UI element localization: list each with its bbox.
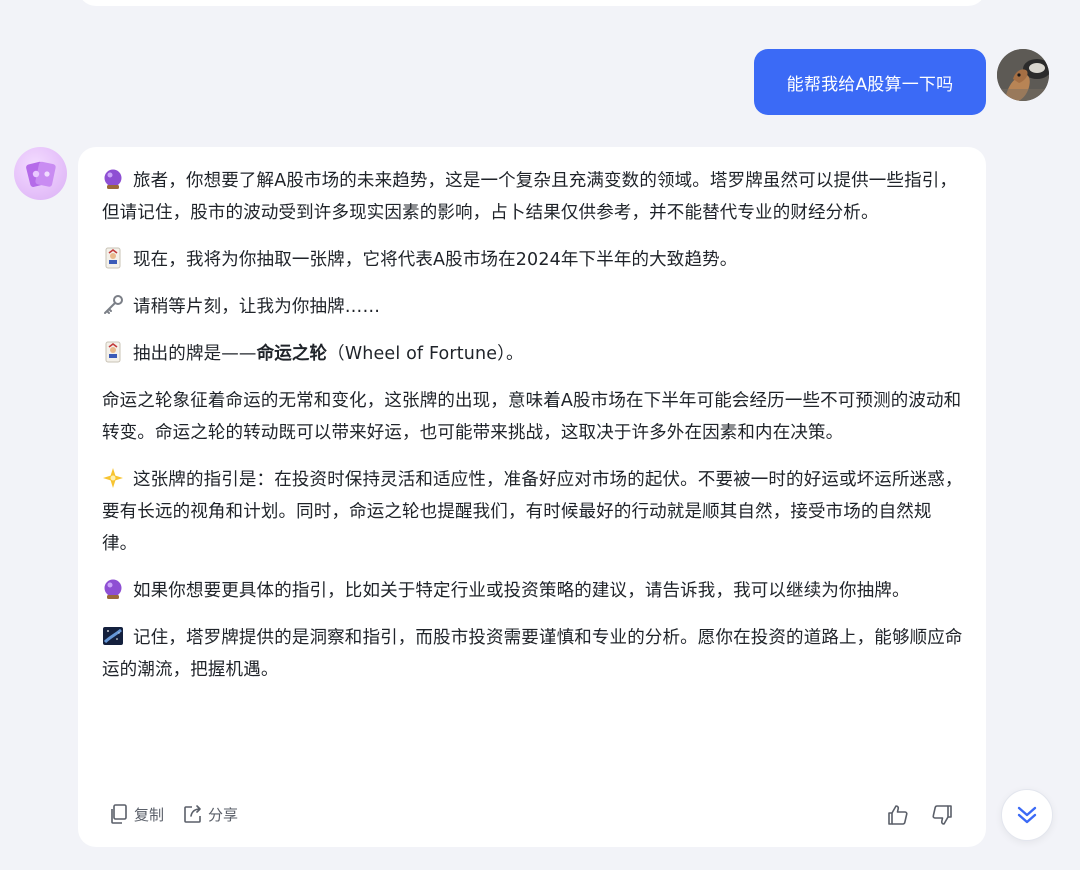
double-chevron-down-icon [1017, 806, 1037, 824]
bot-message-card: 旅者，你想要了解A股市场的未来趋势，这是一个复杂且充满变数的领域。塔罗牌虽然可以… [78, 147, 986, 847]
milky-way-icon [103, 627, 123, 645]
key-icon [104, 295, 123, 314]
paragraph-card-result: 抽出的牌是——命运之轮（Wheel of Fortune）。 [102, 338, 966, 370]
thumbs-up-icon[interactable] [886, 803, 910, 827]
user-avatar-photo-icon [997, 49, 1049, 101]
paragraph-text: 如果你想要更具体的指引，比如关于特定行业或投资策略的建议，请告诉我，我可以继续为… [133, 581, 910, 601]
paragraph-draw-card: 现在，我将为你抽取一张牌，它将代表A股市场在2024年下半年的大致趋势。 [102, 244, 966, 276]
share-label: 分享 [208, 805, 239, 824]
joker-card-icon [105, 341, 121, 363]
paragraph-text: 记住，塔罗牌提供的是洞察和指引，而股市投资需要谨慎和专业的分析。愿你在投资的道路… [102, 628, 963, 680]
paragraph-text: 这张牌的指引是：在投资时保持灵活和适应性，准备好应对市场的起伏。不要被一时的好运… [102, 470, 963, 554]
paragraph-wait: 请稍等片刻，让我为你抽牌…… [102, 291, 966, 323]
card-name: 命运之轮 [256, 344, 328, 364]
crystal-ball-icon [104, 579, 122, 599]
paragraph-guidance: 这张牌的指引是：在投资时保持灵活和适应性，准备好应对市场的起伏。不要被一时的好运… [102, 464, 966, 560]
share-button[interactable]: 分享 [182, 803, 238, 825]
scroll-to-bottom-button[interactable] [1001, 789, 1053, 841]
tarot-cards-icon [26, 161, 56, 187]
feedback-buttons [886, 803, 954, 827]
share-icon [184, 805, 201, 823]
copy-button[interactable]: 复制 [108, 803, 164, 825]
user-message-text: 能帮我给A股算一下吗 [786, 74, 954, 95]
paragraph-text: 命运之轮象征着命运的无常和变化，这张牌的出现，意味着A股市场在下半年可能会经历一… [102, 391, 962, 443]
paragraph-followup: 如果你想要更具体的指引，比如关于特定行业或投资策略的建议，请告诉我，我可以继续为… [102, 575, 966, 607]
joker-card-icon [105, 247, 121, 269]
paragraph-meaning: 命运之轮象征着命运的无常和变化，这张牌的出现，意味着A股市场在下半年可能会经历一… [102, 385, 966, 449]
user-message-bubble: 能帮我给A股算一下吗 [754, 49, 986, 115]
paragraph-text-after: （Wheel of Fortune）。 [327, 344, 524, 364]
bot-message-content: 旅者，你想要了解A股市场的未来趋势，这是一个复杂且充满变数的领域。塔罗牌虽然可以… [102, 165, 966, 701]
paragraph-text: 旅者，你想要了解A股市场的未来趋势，这是一个复杂且充满变数的领域。塔罗牌虽然可以… [102, 171, 958, 223]
user-avatar[interactable] [997, 49, 1049, 101]
sparkle-star-icon [103, 468, 123, 488]
copy-icon [111, 804, 127, 824]
message-actions: 复制 分享 [108, 803, 238, 825]
paragraph-text-before: 抽出的牌是—— [133, 344, 257, 364]
paragraph-text: 请稍等片刻，让我为你抽牌…… [133, 297, 381, 317]
bot-avatar [14, 147, 67, 200]
crystal-ball-icon [104, 169, 122, 189]
copy-label: 复制 [134, 805, 165, 824]
paragraph-closing: 记住，塔罗牌提供的是洞察和指引，而股市投资需要谨慎和专业的分析。愿你在投资的道路… [102, 622, 966, 686]
paragraph-text: 现在，我将为你抽取一张牌，它将代表A股市场在2024年下半年的大致趋势。 [133, 250, 738, 270]
paragraph-intro: 旅者，你想要了解A股市场的未来趋势，这是一个复杂且充满变数的领域。塔罗牌虽然可以… [102, 165, 966, 229]
thumbs-down-icon[interactable] [930, 803, 954, 827]
previous-message-card [78, 0, 986, 6]
